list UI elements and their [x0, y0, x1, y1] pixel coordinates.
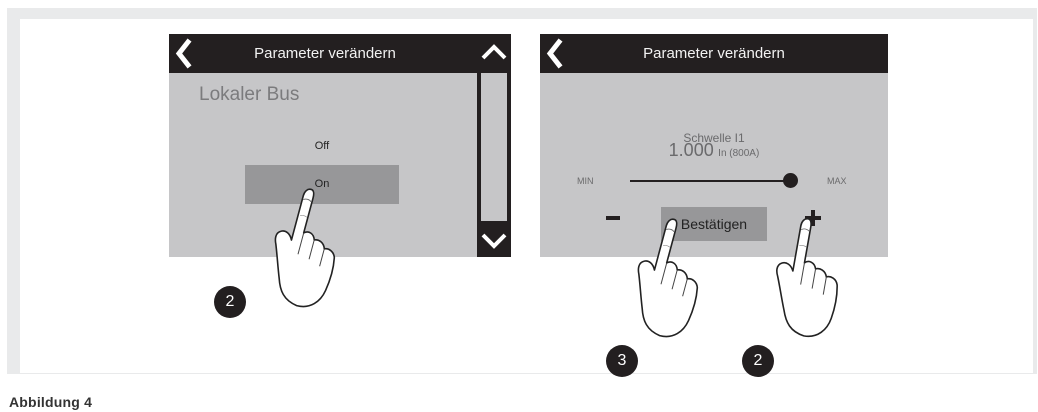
chevron-left-icon[interactable] — [544, 38, 564, 69]
figure-caption: Abbildung 4 — [9, 394, 93, 410]
step-badge: 3 — [606, 345, 638, 377]
slider-track[interactable] — [630, 180, 790, 182]
slider-handle[interactable] — [782, 173, 798, 188]
step-badge: 2 — [742, 345, 774, 377]
minus-button[interactable] — [605, 210, 621, 226]
parameter-name: Lokaler Bus — [199, 84, 300, 105]
pointing-hand-icon — [622, 212, 716, 344]
title-bar: Parameter verändern — [540, 34, 888, 73]
min-label: MIN — [577, 176, 594, 186]
pointing-hand-icon — [765, 214, 850, 342]
chevron-down-icon[interactable] — [480, 229, 508, 253]
pointing-hand-icon — [259, 182, 353, 314]
option-off[interactable]: Off — [245, 135, 399, 157]
value-number: 1.000 — [668, 140, 714, 160]
max-label: MAX — [827, 176, 847, 186]
screen-title: Parameter verändern — [643, 45, 785, 62]
step-badge: 2 — [214, 286, 246, 318]
scrollbar[interactable] — [477, 34, 511, 257]
screen-title: Parameter verändern — [254, 45, 396, 62]
scroll-track[interactable] — [481, 73, 507, 221]
chevron-left-icon[interactable] — [173, 38, 193, 69]
value-display: 1.000 In (800A) — [540, 140, 888, 161]
value-unit: In (800A) — [718, 148, 760, 159]
chevron-up-icon[interactable] — [480, 40, 508, 64]
title-bar: Parameter verändern — [169, 34, 477, 73]
